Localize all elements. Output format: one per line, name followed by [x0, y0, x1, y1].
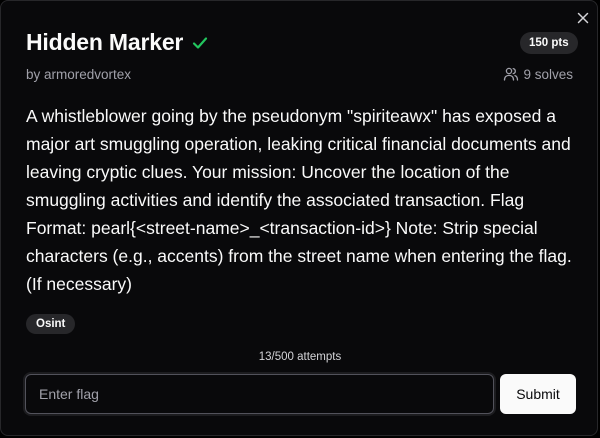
flag-input[interactable]	[25, 374, 494, 414]
close-button[interactable]	[573, 8, 593, 28]
points-badge: 150 pts	[520, 32, 578, 54]
attempts-counter: 13/500 attempts	[258, 351, 342, 363]
challenge-author: by armoredvortex	[26, 67, 132, 82]
submit-button[interactable]: Submit	[500, 374, 576, 414]
check-icon	[191, 34, 209, 52]
solves-count: 9 solves	[503, 66, 573, 82]
challenge-title: Hidden Marker	[26, 29, 184, 55]
category-tag: Osint	[26, 314, 76, 334]
close-icon	[577, 12, 589, 24]
users-icon	[503, 66, 519, 82]
solves-label: 9 solves	[523, 66, 573, 82]
challenge-description: A whistleblower going by the pseudonym "…	[26, 106, 572, 294]
challenge-dialog: Hidden Marker 150 pts by armoredvortex 9…	[0, 0, 598, 436]
title-row: Hidden Marker	[26, 29, 209, 56]
